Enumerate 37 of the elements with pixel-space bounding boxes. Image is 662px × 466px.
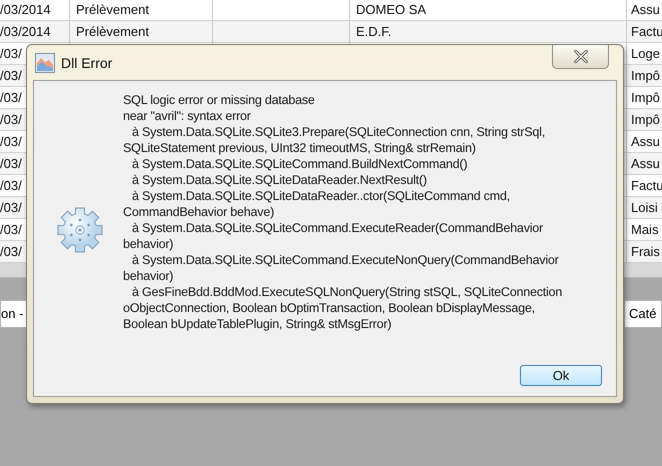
table-cell-text: Frais <box>630 243 661 261</box>
table-cell-text: Mais <box>630 221 660 239</box>
table-cell-text: Assu <box>630 1 661 19</box>
table-cell-text: Loge <box>630 45 661 63</box>
table-cell-text: Assu <box>630 133 661 151</box>
error-message-line: à System.Data.SQLite.SQLiteCommand.BuildNextCommand() <box>131 156 468 172</box>
error-message-line: à System.Data.SQLite.SQLiteDataReader.NextResult() <box>131 172 428 188</box>
table-cell: /03/2014 <box>0 0 70 20</box>
table-cell: Prélèvement <box>70 0 213 20</box>
gear-icon <box>54 204 104 254</box>
table-cell: /03/2014 <box>0 21 70 42</box>
chart-icon <box>35 52 55 72</box>
error-message-line: à System.Data.SQLite.SQLiteDataReader..ctor(SQLiteCommand cmd, <box>131 188 511 204</box>
table-cell-text: Assu <box>630 155 661 173</box>
table-cell-text: Impô <box>630 111 661 129</box>
error-message-line: Boolean bUpdateTablePlugin, String& stMsgError) <box>123 316 392 332</box>
error-message-line: oObjectConnection, Boolean bOptimTransaction, Boolean bDisplayMessage, <box>123 300 536 316</box>
close-icon <box>572 50 588 63</box>
error-message-line: à System.Data.SQLite.SQLite3.Prepare(SQLiteConnection cnn, String strSql, <box>131 124 546 140</box>
error-message-line: behavior) <box>123 268 174 284</box>
error-message-line: à GesFineBdd.BddMod.ExecuteSQLNonQuery(String stSQL, SQLiteConnection <box>131 284 562 300</box>
ok-button[interactable]: Ok <box>520 365 602 386</box>
error-message-line: SQL logic error or missing database <box>123 92 316 108</box>
table-cell: DOMEO SA <box>350 0 627 20</box>
table-cell-text: Impô <box>630 89 661 107</box>
table-cell: E.D.F. <box>350 21 627 42</box>
error-message-line: SQLiteStatement previous, UInt32 timeoutMS, String& strRemain) <box>123 140 477 156</box>
error-message-line: behavior) <box>123 236 174 252</box>
error-message-line: near "avril": syntax error <box>123 108 252 124</box>
table-cell: Prélèvement <box>70 21 213 42</box>
error-message-line: CommandBehavior behave) <box>123 204 276 220</box>
error-message-line: à System.Data.SQLite.SQLiteCommand.ExecuteReader(CommandBehavior <box>131 220 544 236</box>
error-message-line: à System.Data.SQLite.SQLiteCommand.ExecuteNonQuery(CommandBehavior <box>131 252 560 268</box>
table-cell-text: Loisi <box>630 199 659 217</box>
table-cell-text: Impô <box>630 67 661 85</box>
dropdown-field[interactable]: Caté <box>624 300 662 328</box>
close-button[interactable] <box>552 45 609 69</box>
